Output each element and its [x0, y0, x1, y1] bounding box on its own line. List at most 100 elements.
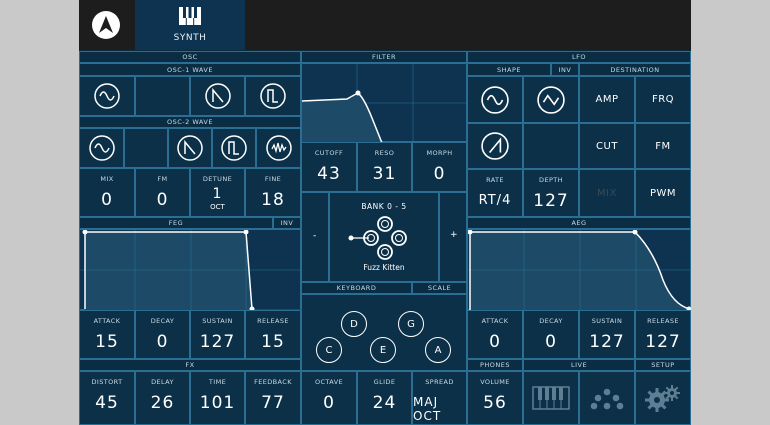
- filter-morph-knob[interactable]: MORPH 0: [412, 142, 467, 192]
- fx-time-value: 101: [199, 393, 236, 413]
- lfo-destination-header: DESTINATION: [579, 63, 691, 76]
- feg-inv-button[interactable]: INV: [273, 217, 301, 229]
- feg-attack-label: ATTACK: [93, 317, 121, 325]
- aeg-decay-knob[interactable]: DECAY 0: [523, 310, 579, 359]
- glide-label: GLIDE: [373, 378, 396, 386]
- ramp-wave-icon: [481, 132, 509, 160]
- feg-envelope-graph[interactable]: [79, 229, 302, 312]
- octave-knob[interactable]: OCTAVE 0: [301, 371, 357, 425]
- noise-wave-icon: [265, 135, 292, 161]
- phones-volume-knob[interactable]: VOLUME 56: [467, 371, 523, 425]
- aeg-envelope-graph[interactable]: [467, 229, 691, 312]
- spread-label: SPREAD: [425, 378, 454, 386]
- osc-header: OSC: [79, 51, 301, 63]
- fx-feedback-knob[interactable]: FEEDBACK 77: [245, 371, 301, 425]
- fx-distort-label: DISTORT: [91, 378, 123, 386]
- setup-header: SETUP: [635, 359, 691, 371]
- piano-icon: [179, 7, 201, 29]
- feg-decay-knob[interactable]: DECAY 0: [135, 310, 190, 359]
- lfo-inv-button[interactable]: INV: [551, 63, 579, 76]
- filter-reso-label: RESO: [374, 149, 395, 157]
- aeg-attack-value: 0: [489, 332, 501, 352]
- osc-fine-value: 18: [261, 190, 285, 210]
- note-d-button[interactable]: D: [341, 311, 367, 337]
- osc-detune-value: 1: [212, 186, 223, 202]
- setup-button[interactable]: [635, 371, 691, 425]
- lfo-depth-knob[interactable]: DEPTH 127: [523, 169, 579, 217]
- note-a-button[interactable]: A: [425, 337, 451, 363]
- lfo-shape-square[interactable]: [523, 123, 579, 169]
- bank-prev-button[interactable]: -: [301, 192, 329, 282]
- osc1-wave-sine[interactable]: [79, 76, 135, 116]
- lfo-rate-knob[interactable]: RATE RT/4: [467, 169, 523, 217]
- aeg-attack-knob[interactable]: ATTACK 0: [467, 310, 523, 359]
- lfo-shape-sine[interactable]: [467, 76, 523, 123]
- osc2-wave-square[interactable]: [212, 128, 256, 168]
- aeg-attack-label: ATTACK: [481, 317, 509, 325]
- lfo-shape-triangle[interactable]: [523, 76, 579, 123]
- filter-reso-value: 31: [372, 164, 397, 184]
- filter-cutoff-value: 43: [317, 164, 341, 184]
- tab-synth-label: SYNTH: [173, 33, 207, 43]
- filter-cutoff-knob[interactable]: CUTOFF 43: [301, 142, 357, 192]
- osc1-wave-square[interactable]: [245, 76, 301, 116]
- fx-time-knob[interactable]: TIME 101: [190, 371, 245, 425]
- osc-mix-knob[interactable]: MIX 0: [79, 168, 135, 217]
- fx-distort-value: 45: [95, 393, 119, 413]
- osc-fine-knob[interactable]: FINE 18: [245, 168, 301, 217]
- preset-dpad-icon: [348, 216, 407, 260]
- fx-distort-knob[interactable]: DISTORT 45: [79, 371, 135, 425]
- lfo-shape-saw[interactable]: [467, 123, 523, 169]
- glide-knob[interactable]: GLIDE 24: [357, 371, 412, 425]
- scale-button[interactable]: SCALE: [412, 282, 467, 294]
- osc1-wave-triangle[interactable]: [135, 76, 190, 116]
- tab-synth[interactable]: SYNTH: [135, 0, 245, 50]
- bank-next-button[interactable]: +: [439, 192, 467, 282]
- aeg-sustain-knob[interactable]: SUSTAIN 127: [579, 310, 635, 359]
- feg-attack-value: 15: [95, 332, 119, 352]
- osc-fine-label: FINE: [264, 175, 282, 183]
- note-c-button[interactable]: C: [316, 337, 342, 363]
- saw-wave-icon: [177, 135, 203, 161]
- filter-reso-knob[interactable]: RESO 31: [357, 142, 412, 192]
- note-g-button[interactable]: G: [398, 311, 424, 337]
- spread-knob[interactable]: SPREAD MAJ OCT: [412, 371, 467, 425]
- lfo-dest-frq[interactable]: FRQ: [635, 76, 691, 123]
- bank-prev-label: -: [313, 231, 317, 241]
- osc-fm-knob[interactable]: FM 0: [135, 168, 190, 217]
- live-pads-button[interactable]: [579, 371, 635, 425]
- osc-detune-label: DETUNE: [202, 175, 233, 183]
- lfo-dest-pwm[interactable]: PWM: [635, 169, 691, 217]
- osc2-wave-saw[interactable]: [168, 128, 212, 168]
- triangle-wave-icon: [149, 83, 176, 109]
- aeg-sustain-label: SUSTAIN: [591, 317, 623, 325]
- filter-response-graph[interactable]: [301, 63, 468, 144]
- glide-value: 24: [372, 393, 397, 413]
- filter-header: FILTER: [301, 51, 467, 63]
- lfo-dest-amp[interactable]: AMP: [579, 76, 635, 123]
- feg-sustain-knob[interactable]: SUSTAIN 127: [190, 310, 245, 359]
- osc1-wave-saw[interactable]: [190, 76, 245, 116]
- lfo-rate-value: RT/4: [478, 193, 512, 208]
- osc-detune-knob[interactable]: DETUNE 1 OCT: [190, 168, 245, 217]
- feg-release-knob[interactable]: RELEASE 15: [245, 310, 301, 359]
- note-e-button[interactable]: E: [370, 337, 396, 363]
- aeg-release-knob[interactable]: RELEASE 127: [635, 310, 691, 359]
- lfo-dest-fm[interactable]: FM: [635, 123, 691, 169]
- osc2-wave-triangle[interactable]: [124, 128, 168, 168]
- osc2-wave-sine[interactable]: [79, 128, 124, 168]
- osc1-wave-header: OSC-1 WAVE: [79, 63, 301, 76]
- live-keyboard-button[interactable]: [523, 371, 579, 425]
- phones-volume-value: 56: [483, 393, 507, 413]
- keyboard-header: KEYBOARD: [301, 282, 412, 294]
- lfo-dest-cut[interactable]: CUT: [579, 123, 635, 169]
- lfo-dest-mix[interactable]: MIX: [579, 169, 635, 217]
- feg-attack-knob[interactable]: ATTACK 15: [79, 310, 135, 359]
- fx-delay-knob[interactable]: DELAY 26: [135, 371, 190, 425]
- osc2-wave-noise[interactable]: [256, 128, 301, 168]
- logo-icon[interactable]: [79, 0, 133, 50]
- aeg-decay-label: DECAY: [539, 317, 563, 325]
- filter-morph-value: 0: [433, 164, 446, 184]
- preset-selector[interactable]: BANK 0 - 5 Fuzz Kitten: [329, 192, 439, 282]
- lfo-depth-value: 127: [533, 191, 569, 211]
